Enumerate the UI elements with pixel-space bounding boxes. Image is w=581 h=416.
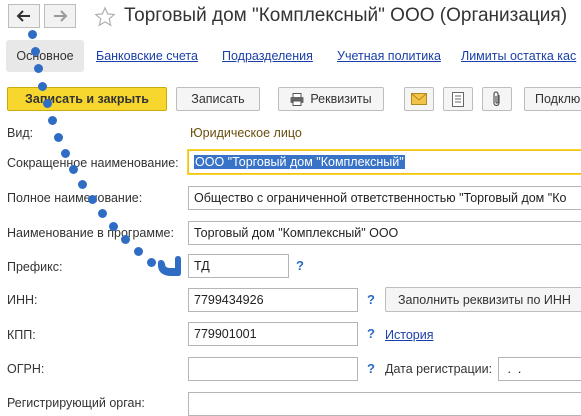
annotation-arrowhead-icon — [157, 256, 181, 276]
reg-organ-input[interactable] — [188, 392, 581, 416]
requisites-button[interactable]: Реквизиты — [278, 87, 384, 111]
kpp-help-icon[interactable]: ? — [367, 326, 375, 341]
arrow-right-icon — [54, 10, 68, 22]
full-name-value: Общество с ограниченной ответственностью… — [194, 191, 567, 205]
short-name-input[interactable]: ООО "Торговый дом "Комплексный" — [188, 150, 581, 174]
envelope-icon — [411, 93, 427, 105]
ogrn-help-icon[interactable]: ? — [367, 361, 375, 376]
reg-organ-label: Регистрирующий орган: — [7, 396, 145, 410]
connect-label: Подклю — [535, 92, 581, 106]
tab-cash-limits[interactable]: Лимиты остатка кас — [461, 49, 576, 63]
inn-label: ИНН: — [7, 293, 38, 307]
requisites-label: Реквизиты — [310, 92, 372, 106]
prefix-label: Префикс: — [7, 260, 63, 274]
back-button[interactable] — [8, 4, 40, 28]
save-button[interactable]: Записать — [176, 87, 260, 111]
kpp-label: КПП: — [7, 328, 36, 342]
program-name-input[interactable]: Торговый дом "Комплексный" ООО — [188, 221, 581, 245]
mail-button[interactable] — [404, 87, 434, 111]
vid-label: Вид: — [7, 126, 34, 140]
save-and-close-button[interactable]: Записать и закрыть — [7, 87, 167, 111]
tab-main-label: Основное — [16, 49, 74, 63]
save-label: Записать — [191, 92, 245, 106]
prefix-value: ТД — [194, 259, 210, 273]
connect-button[interactable]: Подклю — [524, 87, 581, 111]
fill-by-inn-button[interactable]: Заполнить реквизиты по ИНН — [385, 287, 581, 312]
report-button[interactable] — [443, 87, 473, 111]
ogrn-input[interactable] — [188, 357, 358, 381]
vid-value[interactable]: Юридическое лицо — [190, 126, 302, 140]
window-title: Торговый дом "Комплексный" ООО (Организа… — [124, 5, 568, 26]
full-name-input[interactable]: Общество с ограниченной ответственностью… — [188, 186, 581, 210]
full-name-label: Полное наименование: — [7, 191, 143, 205]
kpp-input[interactable]: 779901001 — [188, 322, 358, 346]
reg-date-input[interactable]: . . — [498, 357, 581, 381]
ogrn-label: ОГРН: — [7, 362, 45, 376]
tab-main[interactable]: Основное — [6, 40, 84, 72]
kpp-value: 779901001 — [194, 327, 257, 341]
prefix-input[interactable]: ТД — [188, 254, 289, 278]
short-name-label: Сокращенное наименование: — [7, 156, 179, 170]
document-list-icon — [452, 91, 464, 107]
short-name-value: ООО "Торговый дом "Комплексный" — [194, 155, 405, 169]
reg-date-label: Дата регистрации: — [385, 362, 493, 376]
star-icon[interactable] — [94, 6, 116, 28]
program-name-value: Торговый дом "Комплексный" ООО — [194, 226, 399, 240]
attach-button[interactable] — [482, 87, 512, 111]
tab-accounting-policy[interactable]: Учетная политика — [337, 49, 441, 63]
inn-input[interactable]: 7799434926 — [188, 288, 358, 312]
tab-departments[interactable]: Подразделения — [222, 49, 313, 63]
forward-button[interactable] — [44, 4, 76, 28]
fill-by-inn-label: Заполнить реквизиты по ИНН — [398, 292, 571, 307]
arrow-left-icon — [16, 10, 30, 22]
program-name-label: Наименование в программе: — [7, 226, 174, 240]
prefix-help-icon[interactable]: ? — [296, 258, 304, 273]
history-link[interactable]: История — [385, 328, 433, 342]
reg-date-value: . . — [504, 362, 522, 376]
tab-bank-accounts[interactable]: Банковские счета — [96, 49, 198, 63]
inn-value: 7799434926 — [194, 293, 264, 307]
paperclip-icon — [493, 91, 500, 107]
inn-help-icon[interactable]: ? — [367, 292, 375, 307]
printer-icon — [290, 92, 304, 106]
